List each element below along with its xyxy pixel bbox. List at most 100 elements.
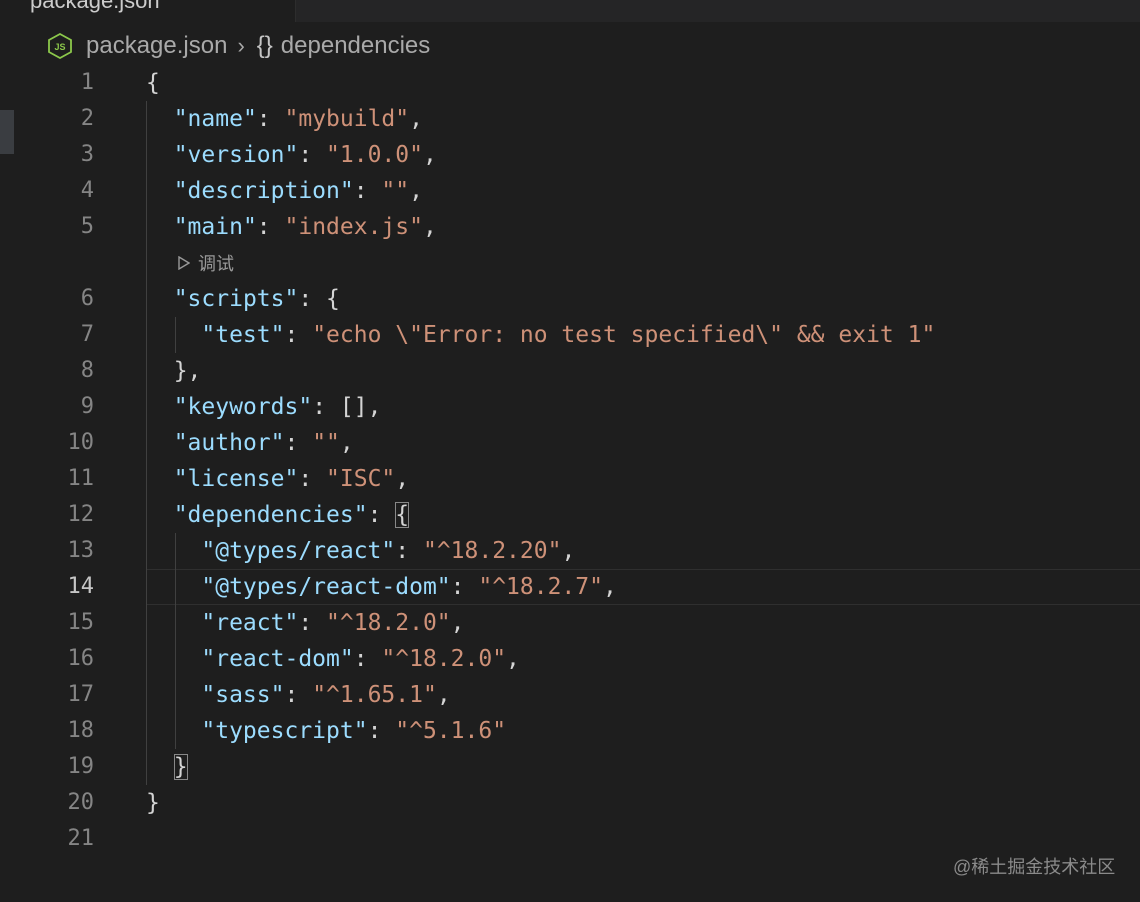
- code-text: }: [146, 785, 160, 821]
- json-punctuation: :: [284, 682, 313, 708]
- json-key: "react": [201, 610, 299, 636]
- svg-text:JS: JS: [54, 42, 65, 52]
- json-string: "": [312, 430, 340, 456]
- json-punctuation: ,: [436, 682, 451, 708]
- code-line[interactable]: 16 "react-dom": "^18.2.0",: [0, 641, 1140, 677]
- json-punctuation: :: [353, 178, 382, 204]
- json-string: "^18.2.0": [326, 610, 451, 636]
- line-number: 13: [67, 538, 95, 563]
- code-text: },: [146, 353, 202, 389]
- code-editor[interactable]: 1{2 "name": "mybuild", 3 "version": "1.0.…: [0, 64, 1140, 864]
- line-number: 9: [80, 394, 94, 419]
- code-text: "keywords": [],: [146, 389, 382, 425]
- json-punctuation: :: [353, 646, 382, 672]
- code-line[interactable]: 20}: [0, 785, 1140, 821]
- tab-label: package.json: [30, 0, 160, 13]
- line-number: 6: [80, 286, 94, 311]
- json-punctuation: ,: [450, 610, 465, 636]
- code-line[interactable]: 11 "license": "ISC",: [0, 461, 1140, 497]
- code-line[interactable]: 6 "scripts": {: [0, 281, 1140, 317]
- code-text: "@types/react-dom": "^18.2.7",: [146, 569, 617, 605]
- code-line[interactable]: 19 }: [0, 749, 1140, 785]
- tab-package-json[interactable]: package.json: [0, 0, 296, 22]
- code-line[interactable]: 15 "react": "^18.2.0",: [0, 605, 1140, 641]
- line-number: 8: [80, 358, 94, 383]
- json-key: "@types/react": [201, 538, 396, 564]
- debug-codelens[interactable]: 调试: [178, 249, 234, 277]
- code-line[interactable]: 10 "author": "",: [0, 425, 1140, 461]
- json-punctuation: : {: [298, 286, 340, 312]
- code-line[interactable]: 7 "test": "echo \"Error: no test specifi…: [0, 317, 1140, 353]
- line-number: 19: [67, 754, 95, 779]
- watermark: @稀土掘金技术社区: [953, 857, 1116, 877]
- line-number: 5: [80, 214, 94, 239]
- indent-guide: [175, 317, 176, 353]
- line-number: 11: [67, 466, 95, 491]
- play-icon: [178, 256, 190, 270]
- code-text: "test": "echo \"Error: no test specified…: [146, 317, 935, 353]
- json-punctuation: ,: [561, 538, 576, 564]
- code-line[interactable]: 5 "main": "index.js",: [0, 209, 1140, 245]
- code-line[interactable]: 8 },: [0, 353, 1140, 389]
- json-string: "echo \"Error: no test specified\" && ex…: [312, 322, 936, 348]
- json-string: "^5.1.6": [395, 718, 507, 744]
- code-line[interactable]: 21: [0, 821, 1140, 857]
- json-punctuation: ,: [409, 178, 423, 204]
- code-line[interactable]: 14 "@types/react-dom": "^18.2.7",: [0, 569, 1140, 605]
- json-key: "dependencies": [173, 502, 368, 528]
- code-line[interactable]: 4 "description": "",: [0, 173, 1140, 209]
- line-number: 21: [67, 826, 95, 851]
- code-text: "dependencies": {: [146, 497, 410, 533]
- json-punctuation: [146, 502, 174, 528]
- json-punctuation: [146, 178, 174, 204]
- json-punctuation: :: [256, 106, 285, 132]
- code-line[interactable]: 2 "name": "mybuild",: [0, 101, 1140, 137]
- line-number: 10: [67, 430, 95, 455]
- json-key: "@types/react-dom": [201, 574, 451, 600]
- json-key: "name": [173, 106, 257, 132]
- json-punctuation: ,: [422, 214, 437, 240]
- json-key: "sass": [201, 682, 285, 708]
- code-line[interactable]: 12 "dependencies": {: [0, 497, 1140, 533]
- code-text: }: [146, 749, 188, 785]
- code-line[interactable]: 3 "version": "1.0.0",: [0, 137, 1140, 173]
- breadcrumb-symbol[interactable]: dependencies: [281, 32, 430, 60]
- code-line[interactable]: 17 "sass": "^1.65.1",: [0, 677, 1140, 713]
- json-punctuation: :: [298, 466, 327, 492]
- json-punctuation: },: [146, 358, 202, 384]
- json-key: "author": [173, 430, 285, 456]
- json-key: "test": [201, 322, 285, 348]
- json-punctuation: [146, 286, 174, 312]
- code-line[interactable]: 9 "keywords": [],: [0, 389, 1140, 425]
- line-number: 12: [67, 502, 95, 527]
- json-key: "keywords": [173, 394, 313, 420]
- code-text: "license": "ISC",: [146, 461, 409, 497]
- indent-guide: [175, 533, 176, 749]
- breadcrumb: JS package.json › {} dependencies: [48, 30, 430, 62]
- breadcrumb-file[interactable]: package.json: [86, 32, 227, 60]
- json-punctuation: :: [284, 322, 313, 348]
- object-braces-icon: {}: [256, 32, 273, 59]
- json-punctuation: ,: [602, 574, 617, 600]
- json-punctuation: [146, 142, 174, 168]
- code-text: "main": "index.js",: [146, 209, 437, 245]
- json-string: "^1.65.1": [312, 682, 437, 708]
- json-string: "1.0.0": [326, 142, 423, 168]
- json-punctuation: :: [256, 214, 285, 240]
- code-text: "scripts": {: [146, 281, 340, 317]
- json-punctuation: ,: [395, 466, 410, 492]
- code-line[interactable]: 1{: [0, 65, 1140, 101]
- json-punctuation: :: [395, 538, 423, 564]
- codelens-label: 调试: [198, 254, 234, 274]
- code-text: "@types/react": "^18.2.20",: [146, 533, 575, 569]
- code-line[interactable]: 18 "typescript": "^5.1.6": [0, 713, 1140, 749]
- code-text: "author": "",: [146, 425, 354, 461]
- code-line[interactable]: 13 "@types/react": "^18.2.20",: [0, 533, 1140, 569]
- json-key: "version": [173, 142, 299, 168]
- json-punctuation: :: [298, 142, 327, 168]
- json-key: "description": [173, 178, 354, 204]
- code-text: "description": "",: [146, 173, 423, 209]
- json-string: "": [381, 178, 410, 204]
- json-string: "index.js": [284, 214, 423, 240]
- code-text: "typescript": "^5.1.6": [146, 713, 506, 749]
